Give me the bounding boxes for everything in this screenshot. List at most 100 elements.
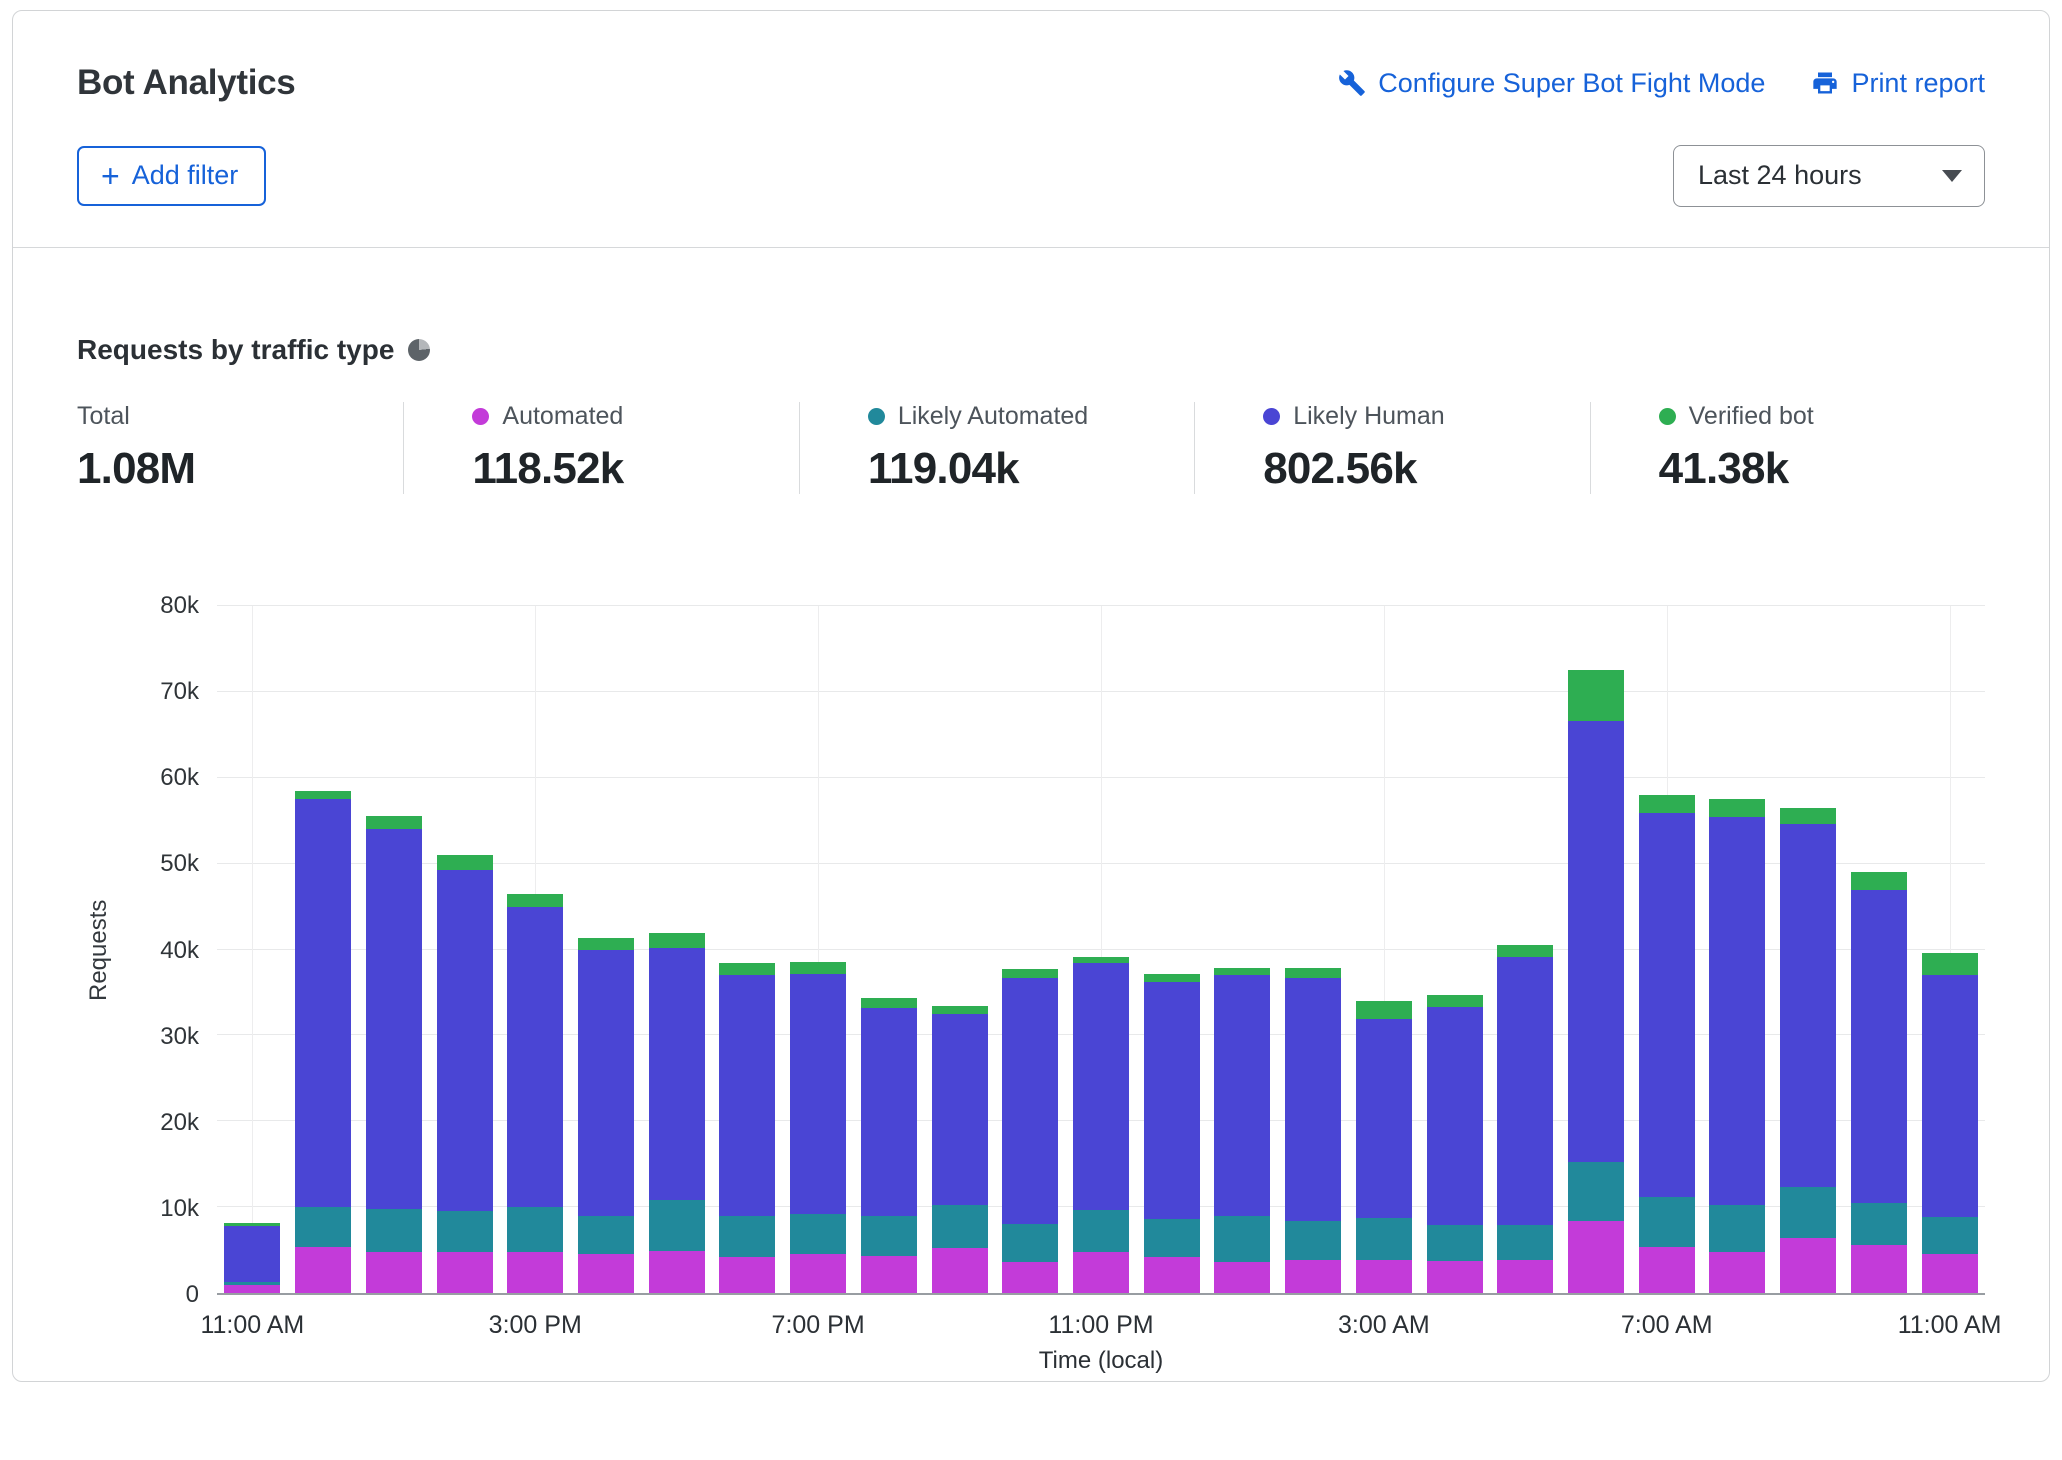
segment-verified_bot[interactable] [1639, 795, 1695, 813]
segment-automated[interactable] [1922, 1254, 1978, 1294]
segment-likely_human[interactable] [295, 799, 351, 1207]
segment-likely_automated[interactable] [1073, 1210, 1129, 1252]
segment-automated[interactable] [790, 1254, 846, 1293]
stacked-bar-11-00-am-0[interactable] [224, 606, 280, 1293]
segment-likely_automated[interactable] [366, 1209, 422, 1252]
segment-likely_automated[interactable] [790, 1214, 846, 1254]
segment-automated[interactable] [507, 1252, 563, 1293]
segment-automated[interactable] [1002, 1262, 1058, 1293]
stacked-bar-7-00-am-20[interactable] [1639, 606, 1695, 1293]
segment-likely_human[interactable] [790, 974, 846, 1214]
stacked-bar-1-00-am-14[interactable] [1214, 606, 1270, 1293]
stacked-bar-11-00-pm-12[interactable] [1073, 606, 1129, 1293]
segment-automated[interactable] [1851, 1245, 1907, 1293]
segment-likely_human[interactable] [1780, 824, 1836, 1187]
stacked-bar-9-00-am-22[interactable] [1780, 606, 1836, 1293]
segment-likely_automated[interactable] [578, 1216, 634, 1255]
segment-automated[interactable] [1780, 1238, 1836, 1293]
segment-automated[interactable] [437, 1252, 493, 1293]
stacked-bar-2-00-pm-3[interactable] [437, 606, 493, 1293]
segment-automated[interactable] [1497, 1260, 1553, 1293]
segment-likely_human[interactable] [1851, 890, 1907, 1203]
segment-verified_bot[interactable] [437, 855, 493, 870]
segment-automated[interactable] [366, 1252, 422, 1293]
segment-likely_automated[interactable] [932, 1205, 988, 1249]
segment-likely_human[interactable] [1427, 1007, 1483, 1225]
stacked-bar-7-00-pm-8[interactable] [790, 606, 846, 1293]
segment-automated[interactable] [719, 1257, 775, 1293]
stacked-bar-3-00-am-16[interactable] [1356, 606, 1412, 1293]
segment-automated[interactable] [1356, 1260, 1412, 1293]
configure-super-bot-fight-mode-link[interactable]: Configure Super Bot Fight Mode [1338, 68, 1765, 99]
segment-likely_automated[interactable] [649, 1200, 705, 1251]
segment-likely_automated[interactable] [1709, 1205, 1765, 1251]
stacked-bar-5-00-pm-6[interactable] [649, 606, 705, 1293]
segment-automated[interactable] [861, 1256, 917, 1293]
segment-automated[interactable] [295, 1247, 351, 1293]
segment-likely_human[interactable] [1922, 975, 1978, 1216]
segment-verified_bot[interactable] [1144, 974, 1200, 983]
segment-likely_human[interactable] [932, 1014, 988, 1205]
segment-verified_bot[interactable] [790, 962, 846, 974]
stacked-bar-8-00-am-21[interactable] [1709, 606, 1765, 1293]
segment-likely_automated[interactable] [861, 1216, 917, 1256]
stacked-bar-4-00-am-17[interactable] [1427, 606, 1483, 1293]
segment-verified_bot[interactable] [507, 894, 563, 907]
stacked-bar-8-00-pm-9[interactable] [861, 606, 917, 1293]
stacked-bar-3-00-pm-4[interactable] [507, 606, 563, 1293]
segment-automated[interactable] [1568, 1221, 1624, 1293]
stacked-bar-12-00-pm-1[interactable] [295, 606, 351, 1293]
segment-verified_bot[interactable] [295, 791, 351, 800]
segment-automated[interactable] [1214, 1262, 1270, 1293]
segment-verified_bot[interactable] [861, 998, 917, 1008]
segment-likely_human[interactable] [861, 1008, 917, 1216]
segment-likely_automated[interactable] [437, 1211, 493, 1251]
segment-likely_human[interactable] [1497, 957, 1553, 1225]
segment-automated[interactable] [1427, 1261, 1483, 1293]
segment-likely_automated[interactable] [1922, 1217, 1978, 1254]
segment-likely_automated[interactable] [1214, 1216, 1270, 1262]
segment-likely_human[interactable] [1709, 817, 1765, 1205]
segment-likely_human[interactable] [1002, 978, 1058, 1224]
segment-verified_bot[interactable] [366, 816, 422, 829]
stacked-bar-5-00-am-18[interactable] [1497, 606, 1553, 1293]
segment-likely_human[interactable] [1639, 813, 1695, 1197]
segment-verified_bot[interactable] [1214, 968, 1270, 975]
segment-verified_bot[interactable] [578, 938, 634, 949]
segment-likely_automated[interactable] [1002, 1224, 1058, 1262]
segment-likely_automated[interactable] [1568, 1162, 1624, 1220]
segment-likely_automated[interactable] [1780, 1187, 1836, 1238]
segment-likely_automated[interactable] [719, 1216, 775, 1257]
segment-likely_human[interactable] [437, 870, 493, 1212]
segment-likely_automated[interactable] [507, 1207, 563, 1252]
segment-automated[interactable] [1285, 1260, 1341, 1293]
segment-automated[interactable] [1144, 1257, 1200, 1293]
segment-verified_bot[interactable] [1709, 799, 1765, 817]
stacked-bar-10-00-pm-11[interactable] [1002, 606, 1058, 1293]
segment-verified_bot[interactable] [719, 963, 775, 975]
segment-likely_human[interactable] [1073, 963, 1129, 1209]
segment-verified_bot[interactable] [1427, 995, 1483, 1007]
segment-automated[interactable] [649, 1251, 705, 1293]
segment-automated[interactable] [1073, 1252, 1129, 1293]
segment-automated[interactable] [224, 1285, 280, 1293]
stacked-bar-9-00-pm-10[interactable] [932, 606, 988, 1293]
segment-likely_automated[interactable] [1639, 1197, 1695, 1247]
segment-likely_automated[interactable] [295, 1207, 351, 1247]
stacked-bar-12-00-am-13[interactable] [1144, 606, 1200, 1293]
segment-verified_bot[interactable] [1002, 969, 1058, 978]
segment-likely_human[interactable] [719, 975, 775, 1215]
stacked-bar-6-00-am-19[interactable] [1568, 606, 1624, 1293]
segment-verified_bot[interactable] [1497, 945, 1553, 957]
segment-verified_bot[interactable] [649, 933, 705, 948]
segment-verified_bot[interactable] [1356, 1001, 1412, 1019]
add-filter-button[interactable]: + Add filter [77, 146, 266, 206]
stacked-bar-2-00-am-15[interactable] [1285, 606, 1341, 1293]
segment-automated[interactable] [578, 1254, 634, 1293]
segment-likely_human[interactable] [224, 1226, 280, 1282]
segment-verified_bot[interactable] [1851, 872, 1907, 890]
segment-likely_human[interactable] [1356, 1019, 1412, 1218]
print-report-link[interactable]: Print report [1811, 68, 1985, 99]
segment-automated[interactable] [932, 1248, 988, 1293]
segment-likely_human[interactable] [1144, 982, 1200, 1219]
